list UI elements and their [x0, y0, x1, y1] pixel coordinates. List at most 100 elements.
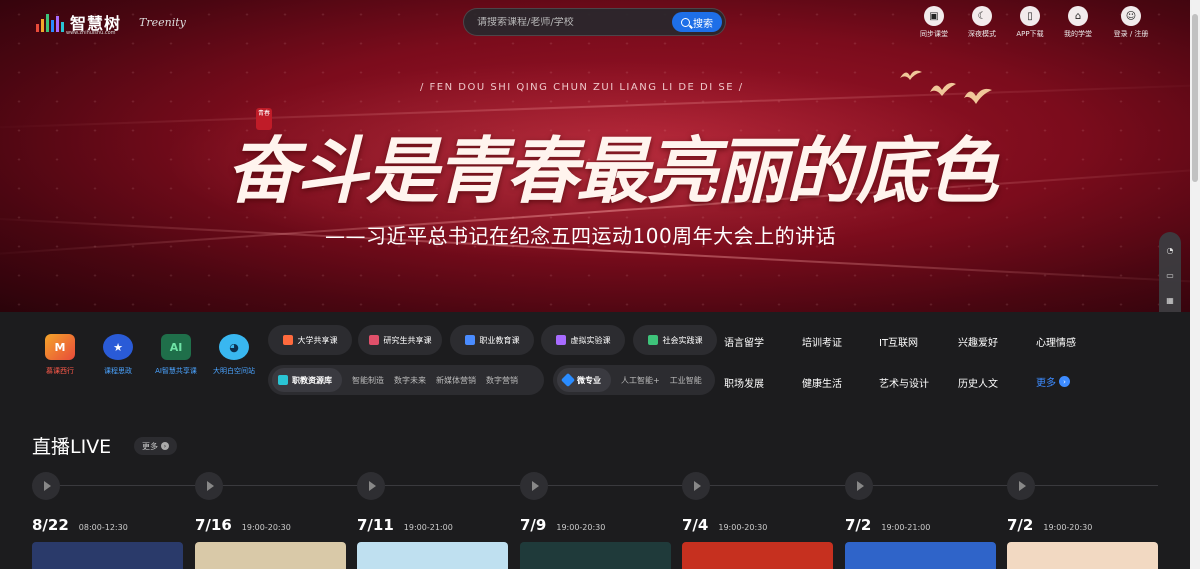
micro-sub-link[interactable]: 人工智能+: [621, 375, 660, 386]
live-thumbnail[interactable]: [357, 542, 508, 569]
user-icon: ☺: [1121, 6, 1141, 26]
pill-virtual-lab[interactable]: 虚拟实验课: [541, 325, 625, 355]
feature-mooc-west[interactable]: M 慕课西行: [30, 334, 90, 376]
live-day: 8/22: [32, 516, 69, 534]
category-link[interactable]: 兴趣爱好: [958, 334, 998, 349]
feature-label: 课程思政: [104, 367, 132, 375]
micro-major-button[interactable]: 微专业: [557, 368, 611, 392]
micro-major-label: 微专业: [577, 375, 601, 385]
message-icon[interactable]: ▭: [1166, 271, 1174, 280]
ai-icon: AI: [161, 334, 191, 360]
live-time: 19:00-21:00: [403, 523, 453, 532]
play-icon[interactable]: [357, 472, 385, 500]
nav-label: APP下载: [1016, 30, 1044, 38]
play-icon[interactable]: [1007, 472, 1035, 500]
feature-label: 大明白空间站: [213, 367, 255, 375]
pill-label: 研究生共享课: [383, 335, 432, 345]
pill-label: 职业教育课: [479, 335, 520, 345]
chevron-right-icon: ›: [1059, 376, 1070, 387]
play-icon[interactable]: [195, 472, 223, 500]
live-day: 7/9: [520, 516, 547, 534]
night-mode-icon: ☾: [972, 6, 992, 26]
category-link[interactable]: 历史人文: [958, 375, 998, 390]
hero-quote: ——习近平总书记在纪念五四运动100周年大会上的讲话: [325, 224, 837, 248]
live-thumbnail[interactable]: [32, 542, 183, 569]
play-icon[interactable]: [845, 472, 873, 500]
live-day: 7/4: [682, 516, 709, 534]
live-thumbnail[interactable]: [195, 542, 346, 569]
live-day: 7/2: [1007, 516, 1034, 534]
category-link[interactable]: 心理情感: [1036, 334, 1076, 349]
logo-bars-icon: [36, 12, 64, 32]
search-bar: 搜索: [463, 8, 726, 36]
live-date: 7/9 19:00-20:30: [520, 516, 605, 534]
library-icon: [278, 375, 288, 385]
live-thumbnail[interactable]: [1007, 542, 1158, 569]
feature-label: AI智慧共享课: [155, 367, 197, 375]
category-link[interactable]: 职场发展: [724, 375, 764, 390]
pill-vocational-course[interactable]: 职业教育课: [450, 325, 534, 355]
book-icon: [282, 335, 293, 345]
live-time: 19:00-20:30: [1043, 523, 1093, 532]
category-link[interactable]: 语言留学: [724, 334, 764, 349]
feature-course-ideology[interactable]: ★ 课程思政: [88, 334, 148, 376]
live-thumbnail[interactable]: [520, 542, 671, 569]
nav-app-download[interactable]: ▯ APP下载: [1011, 6, 1049, 39]
pill-university-course[interactable]: 大学共享课: [268, 325, 352, 355]
home-icon: ⌂: [1068, 6, 1088, 26]
robot-icon: ◕: [219, 334, 249, 360]
resource-library-button[interactable]: 职教资源库: [272, 368, 342, 392]
live-day: 7/2: [845, 516, 872, 534]
nav-sync-class[interactable]: ▣ 同步课堂: [915, 6, 953, 39]
play-icon[interactable]: [32, 472, 60, 500]
category-link[interactable]: IT互联网: [879, 334, 918, 349]
live-thumbnail[interactable]: [682, 542, 833, 569]
live-date: 7/2 19:00-21:00: [845, 516, 930, 534]
search-button[interactable]: 搜索: [672, 12, 722, 32]
live-time: 19:00-20:30: [241, 523, 291, 532]
live-date: 8/22 08:00-12:30: [32, 516, 128, 534]
feature-label: 慕课西行: [46, 367, 74, 375]
live-thumbnail[interactable]: [845, 542, 996, 569]
nav-night-mode[interactable]: ☾ 深夜模式: [963, 6, 1001, 39]
hero-banner[interactable]: / FEN DOU SHI QING CHUN ZUI LIANG LI DE …: [0, 0, 1200, 312]
more-label: 更多: [1036, 378, 1056, 389]
micro-sub-link[interactable]: 工业智能: [670, 375, 702, 386]
feature-ai-course[interactable]: AI AI智慧共享课: [146, 334, 206, 376]
live-time: 08:00-12:30: [78, 523, 128, 532]
resource-sub-link[interactable]: 数字营销: [486, 375, 518, 386]
feature-space-station[interactable]: ◕ 大明白空间站: [204, 334, 264, 376]
category-link[interactable]: 艺术与设计: [879, 375, 929, 390]
resource-sub-link[interactable]: 智能制造: [352, 375, 384, 386]
brand-domain: www.zhihuishu.com: [66, 30, 116, 36]
nav-login[interactable]: ☺ 登录 / 注册: [1107, 6, 1155, 39]
play-icon[interactable]: [682, 472, 710, 500]
headset-icon[interactable]: ◔: [1167, 246, 1174, 255]
category-link[interactable]: 培训考证: [802, 334, 842, 349]
slogan-pinyin: / FEN DOU SHI QING CHUN ZUI LIANG LI DE …: [420, 82, 744, 93]
qrcode-icon[interactable]: ▦: [1166, 296, 1174, 305]
resource-sub-link[interactable]: 新媒体营销: [436, 375, 476, 386]
category-link[interactable]: 健康生活: [802, 375, 842, 390]
search-icon: [681, 17, 690, 27]
sync-class-icon: ▣: [924, 6, 944, 26]
live-more-button[interactable]: 更多 ›: [134, 437, 177, 455]
live-day: 7/11: [357, 516, 394, 534]
pill-social-practice[interactable]: 社会实践课: [633, 325, 717, 355]
top-nav: ▣ 同步课堂 ☾ 深夜模式 ▯ APP下载 ⌂ 我的学堂 ☺ 登录 / 注册: [915, 6, 1155, 39]
search-input[interactable]: [477, 16, 667, 28]
scrollbar-thumb[interactable]: [1192, 14, 1198, 182]
pill-label: 虚拟实验课: [570, 335, 611, 345]
brand-logo[interactable]: 智慧树 www.zhihuishu.com Treenity: [36, 10, 186, 36]
play-icon[interactable]: [520, 472, 548, 500]
pill-label: 大学共享课: [297, 335, 338, 345]
pill-graduate-course[interactable]: 研究生共享课: [358, 325, 442, 355]
resource-library-pill: 职教资源库 智能制造 数字未来 新媒体营销 数字营销: [268, 365, 544, 395]
nav-my-school[interactable]: ⌂ 我的学堂: [1059, 6, 1097, 39]
shield-icon: ★: [103, 334, 133, 360]
live-date: 7/2 19:00-20:30: [1007, 516, 1092, 534]
more-categories-link[interactable]: 更多 ›: [1036, 374, 1070, 389]
page-scrollbar[interactable]: [1190, 0, 1200, 569]
resource-sub-link[interactable]: 数字未来: [394, 375, 426, 386]
live-date: 7/4 19:00-20:30: [682, 516, 767, 534]
